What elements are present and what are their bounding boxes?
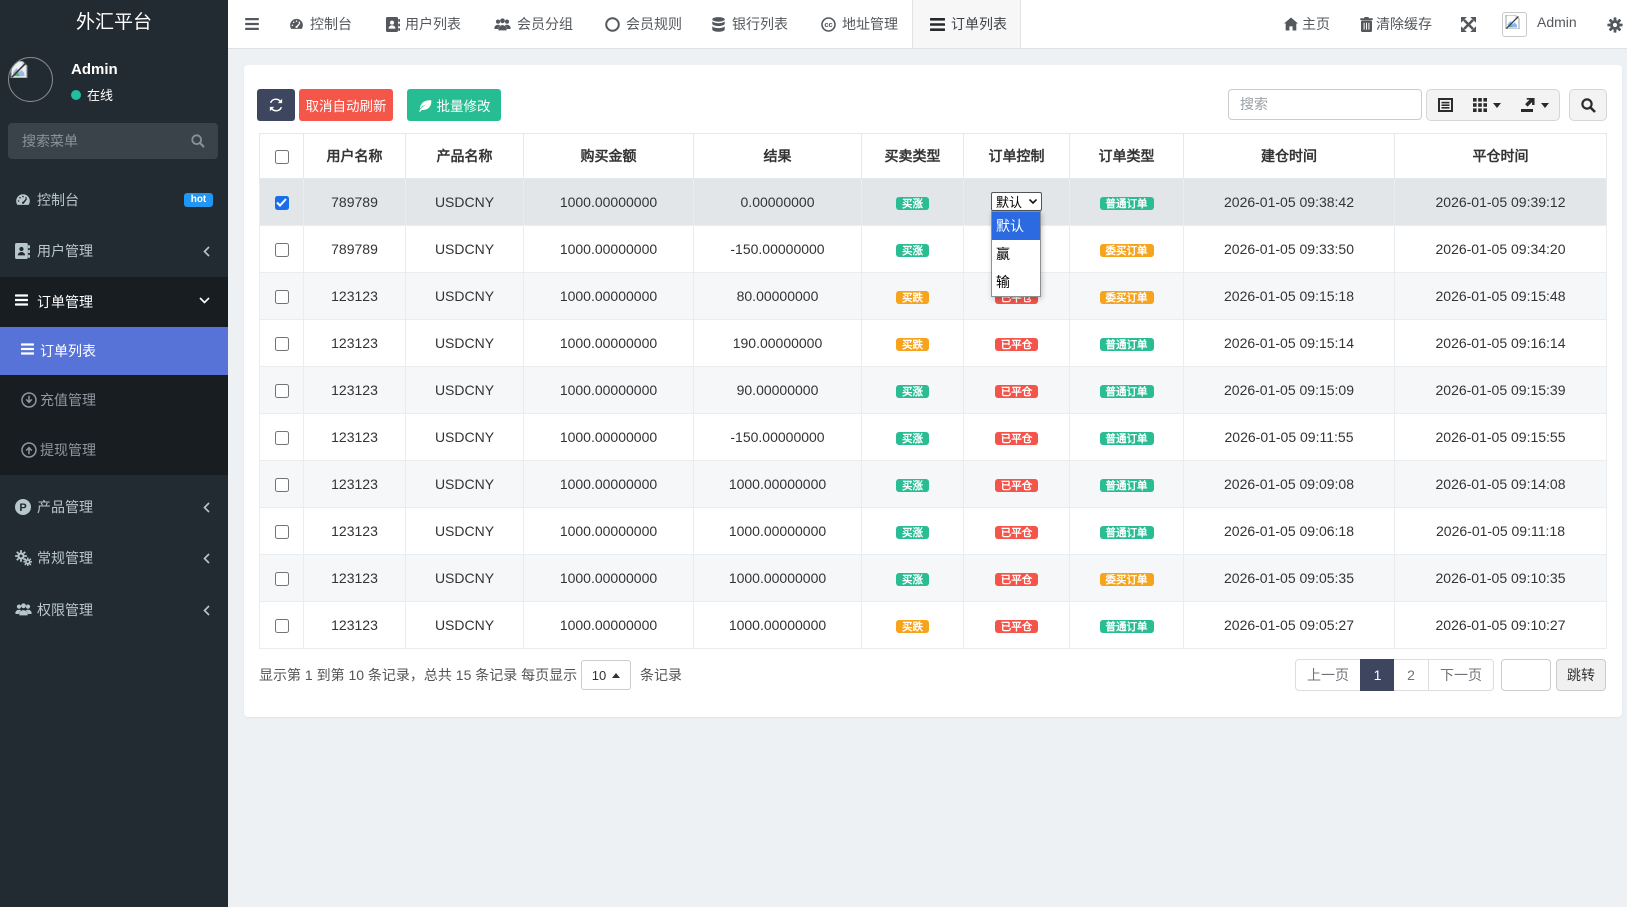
svg-text:cc: cc xyxy=(824,20,832,29)
svg-text:P: P xyxy=(19,502,26,514)
